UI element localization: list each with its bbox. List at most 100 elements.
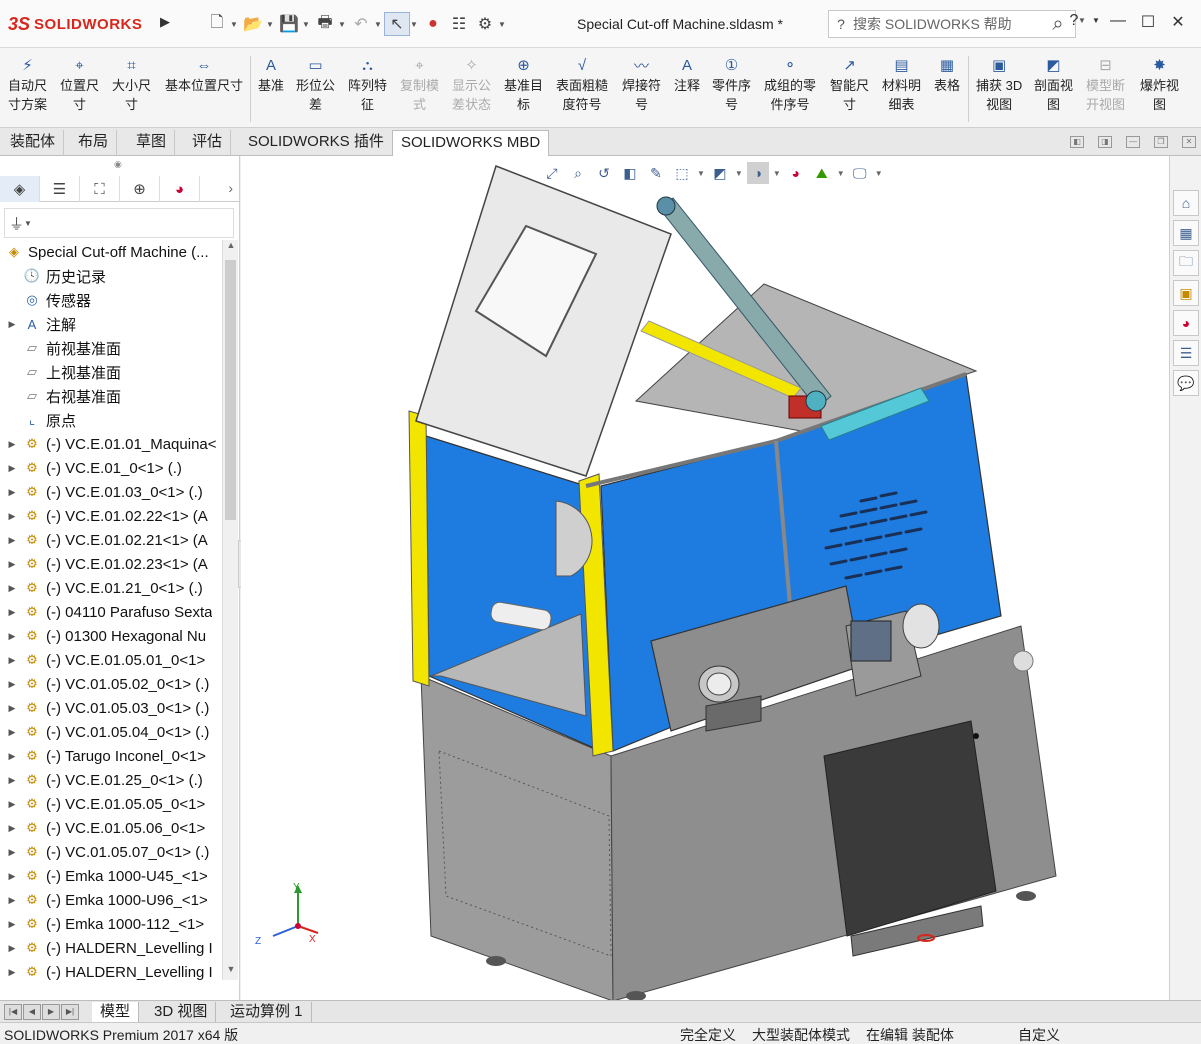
file-properties-icon[interactable]: ☷ (446, 12, 472, 36)
ribbon-button-auto-dimension[interactable]: ⚡ 自动尺 寸方案 (8, 54, 47, 114)
bottom-tab-2[interactable]: 运动算例 1 (222, 1002, 312, 1023)
ribbon-button-datum[interactable]: A 基准 (258, 54, 284, 95)
expand-arrow-icon[interactable]: ▶ (6, 823, 18, 834)
tree-item[interactable]: ▶ ⚙ (-) VC.E.01.21_0<1> (.) (0, 576, 222, 600)
tree-item[interactable]: ▶ ⚙ (-) 01300 Hexagonal Nu (0, 624, 222, 648)
tree-item[interactable]: ▶ ⚙ (-) VC.E.01.02.23<1> (A (0, 552, 222, 576)
feature-manager-tab-icon[interactable]: ◈ (0, 176, 40, 202)
undo-icon[interactable]: ↶ (348, 12, 374, 36)
expand-arrow-icon[interactable]: ▶ (6, 559, 18, 570)
ribbon-button-datum-target[interactable]: ⊕ 基准目 标 (504, 54, 543, 114)
panel-grip-icon[interactable]: ◉ (114, 159, 122, 170)
expand-arrow-icon[interactable]: ▶ (6, 463, 18, 474)
ribbon-button-geometric-tolerance[interactable]: ▭ 形位公 差 (296, 54, 335, 114)
ribbon-button-stacked-balloon[interactable]: ⚬ 成组的零 件序号 (764, 54, 816, 114)
expand-arrow-icon[interactable]: ▶ (6, 607, 18, 618)
scroll-thumb[interactable] (225, 260, 236, 520)
tab-minimize-icon[interactable]: — (1126, 136, 1140, 148)
ribbon-button-weld-symbol[interactable]: 〰焊接符 号 (622, 54, 661, 114)
tree-item[interactable]: ▶ ⚙ (-) VC.E.01.25_0<1> (.) (0, 768, 222, 792)
panel-tabs-more-icon[interactable]: › (228, 180, 233, 196)
prev-tab-icon[interactable]: ◀ (23, 1004, 41, 1020)
scroll-down-icon[interactable]: ▼ (223, 964, 239, 980)
scroll-up-icon[interactable]: ▲ (223, 240, 239, 256)
file-explorer-icon[interactable]: 🗀 (1173, 250, 1199, 276)
ribbon-button-location-dimension[interactable]: ⌖ 位置尺 寸 (60, 54, 99, 114)
expand-arrow-icon[interactable]: ▶ (6, 967, 18, 978)
tree-item[interactable]: ▶ ⚙ (-) VC.01.05.03_0<1> (.) (0, 696, 222, 720)
rebuild-traffic-light-icon[interactable]: ● (420, 12, 446, 36)
tree-item[interactable]: ▶ ⚙ (-) VC.E.01.05.01_0<1> (0, 648, 222, 672)
tab-5[interactable]: SOLIDWORKS MBD (392, 130, 550, 156)
tab-3[interactable]: 评估 (184, 130, 232, 156)
undo-dropdown-icon[interactable]: ▼ (374, 20, 384, 29)
expand-arrow-icon[interactable]: ▶ (6, 775, 18, 786)
select-dropdown-icon[interactable]: ▼ (410, 20, 420, 29)
ribbon-button-model-break-view[interactable]: ⊟ 模型断 开视图 (1086, 54, 1125, 114)
select-arrow-icon[interactable]: ↖ (384, 12, 410, 36)
open-document-icon[interactable]: 📂 (240, 12, 266, 36)
expand-arrow-icon[interactable]: ▶ (6, 847, 18, 858)
tree-item[interactable]: ▶ ⚙ (-) 04110 Parafuso Sexta (0, 600, 222, 624)
tab-restore-icon[interactable]: ❐ (1154, 136, 1168, 148)
tree-item[interactable]: ▶ ⚙ (-) VC.E.01_0<1> (.) (0, 456, 222, 480)
bottom-tab-1[interactable]: 3D 视图 (146, 1002, 217, 1023)
unit-system[interactable]: 自定义 (1018, 1025, 1060, 1044)
tree-item[interactable]: ▶ ⚙ (-) VC.E.01.05.06_0<1> (0, 816, 222, 840)
filter-icon[interactable]: ⏚ (9, 213, 24, 234)
tree-item[interactable]: ◎ 传感器 (0, 288, 222, 312)
tree-item[interactable]: 🕓 历史记录 (0, 264, 222, 288)
help-dropdown-icon[interactable]: ▼ (1089, 12, 1103, 32)
tree-item[interactable]: ▶ ⚙ (-) VC.E.01.02.21<1> (A (0, 528, 222, 552)
ribbon-button-exploded-view[interactable]: ✸ 爆炸视 图 (1140, 54, 1179, 114)
ribbon-button-copy-scheme[interactable]: ⌖ 复制模 式 (400, 54, 439, 114)
tree-item[interactable]: ▱ 前视基准面 (0, 336, 222, 360)
tree-item[interactable]: ▶ ⚙ (-) VC.01.05.02_0<1> (.) (0, 672, 222, 696)
last-tab-icon[interactable]: ▶| (61, 1004, 79, 1020)
open-dropdown-icon[interactable]: ▼ (266, 20, 276, 29)
tree-item[interactable]: ▶ ⚙ (-) Emka 1000-U96_<1> (0, 888, 222, 912)
tab-0[interactable]: 装配体 (2, 130, 65, 156)
ribbon-button-size-dimension[interactable]: ⌗ 大小尺 寸 (112, 54, 151, 114)
minimize-icon[interactable]: — (1103, 12, 1133, 32)
expand-arrow-icon[interactable]: ▶ (6, 751, 18, 762)
view-palette-icon[interactable]: ▣ (1173, 280, 1199, 306)
expand-arrow-icon[interactable]: ▶ (6, 487, 18, 498)
print-dropdown-icon[interactable]: ▼ (338, 20, 348, 29)
ribbon-button-basic-location-dimension[interactable]: ⇔ 基本位置尺寸 (165, 54, 243, 95)
print-icon[interactable]: 🖶 (312, 12, 338, 36)
new-document-icon[interactable]: 🗋 (204, 12, 230, 36)
assembly-model[interactable] (241, 156, 1169, 1000)
tree-item[interactable]: ▶ ⚙ (-) HALDERN_Levelling I (0, 936, 222, 960)
tree-item[interactable]: ▶ ⚙ (-) VC.E.01.05.05_0<1> (0, 792, 222, 816)
tab-2[interactable]: 草图 (128, 130, 176, 156)
tree-item[interactable]: ▶ ⚙ (-) Tarugo Inconel_0<1> (0, 744, 222, 768)
ribbon-button-smart-dimension[interactable]: ↗ 智能尺 寸 (830, 54, 869, 114)
ribbon-button-balloon[interactable]: ① 零件序 号 (712, 54, 751, 114)
search-input[interactable]: 搜索 SOLIDWORKS 帮助 (853, 14, 1041, 34)
ribbon-button-table[interactable]: ▦ 表格 (934, 54, 960, 95)
appearances-scenes-icon[interactable]: ◕ (1173, 310, 1199, 336)
ribbon-button-section-view[interactable]: ◩ 剖面视 图 (1034, 54, 1073, 114)
first-tab-icon[interactable]: |◀ (4, 1004, 22, 1020)
tab-close-icon[interactable]: ✕ (1182, 136, 1196, 148)
expand-arrow-icon[interactable]: ▶ (6, 919, 18, 930)
expand-arrow-icon[interactable]: ▶ (6, 631, 18, 642)
help-button[interactable]: ? (1059, 12, 1089, 32)
ribbon-button-capture-3d-view[interactable]: ▣ 捕获 3D 视图 (976, 54, 1022, 114)
save-icon[interactable]: 💾 (276, 12, 302, 36)
ribbon-button-surface-finish[interactable]: √ 表面粗糙 度符号 (556, 54, 608, 114)
tree-item[interactable]: ▱ 右视基准面 (0, 384, 222, 408)
expand-arrow-icon[interactable]: ▶ (6, 679, 18, 690)
expand-arrow-icon[interactable]: ▶ (6, 319, 18, 330)
tab-pin-icon[interactable]: ◧ (1070, 136, 1084, 148)
configuration-manager-tab-icon[interactable]: ⛶ (80, 176, 120, 202)
design-library-icon[interactable]: ▦ (1173, 220, 1199, 246)
bottom-tab-0[interactable]: 模型 (92, 1002, 140, 1023)
menu-expand-icon[interactable]: ▶ (160, 14, 176, 34)
tree-item[interactable]: ▶ ⚙ (-) VC.E.01.03_0<1> (.) (0, 480, 222, 504)
solidworks-resources-home-icon[interactable]: ⌂ (1173, 190, 1199, 216)
tree-item[interactable]: ▶ ⚙ (-) Emka 1000-U45_<1> (0, 864, 222, 888)
expand-arrow-icon[interactable]: ▶ (6, 511, 18, 522)
tree-item[interactable]: ▶ ⚙ (-) VC.E.01.02.22<1> (A (0, 504, 222, 528)
